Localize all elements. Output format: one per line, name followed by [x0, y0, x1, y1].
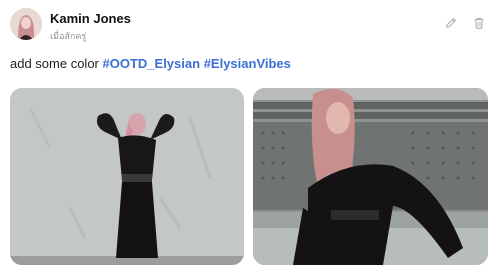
hashtag-link[interactable]: #ElysianVibes	[204, 56, 291, 71]
author-name[interactable]: Kamin Jones	[50, 11, 131, 26]
caption-text: add some color	[10, 56, 99, 71]
post-timestamp: เมื่อสักครู่	[50, 31, 87, 41]
post-photo[interactable]	[253, 88, 488, 265]
post-photo[interactable]	[10, 88, 244, 265]
post-caption: add some color #OOTD_Elysian #ElysianVib…	[10, 56, 291, 71]
avatar[interactable]	[10, 8, 42, 40]
trash-icon[interactable]	[472, 16, 486, 30]
hashtag-link[interactable]: #OOTD_Elysian	[103, 56, 201, 71]
pencil-icon[interactable]	[444, 16, 458, 30]
outfit-photo-panel	[253, 88, 488, 265]
post-header: Kamin Jones เมื่อสักครู่	[10, 8, 490, 44]
outfit-photo-wall	[10, 88, 244, 265]
post-actions	[444, 16, 486, 30]
